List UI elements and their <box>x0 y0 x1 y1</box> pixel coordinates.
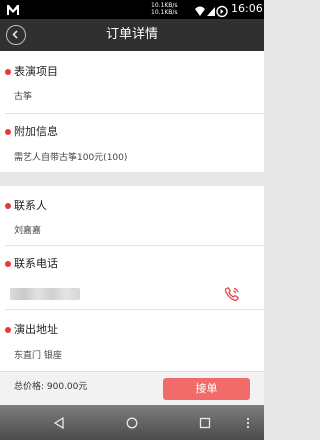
extra-info-value: 需艺人自带古筝100元(100) <box>14 153 128 163</box>
signal-icon <box>207 7 215 16</box>
nav-recents-icon[interactable] <box>199 417 211 429</box>
wifi-icon <box>195 6 205 16</box>
program-label: 表演项目 <box>14 65 58 78</box>
download-speed: 10.1KB/s <box>151 9 178 16</box>
back-button[interactable] <box>6 25 26 45</box>
system-icons <box>194 3 230 18</box>
bullet-dot <box>5 129 11 135</box>
back-arrow-icon <box>12 30 18 39</box>
network-speed: 10.1KB/s 10.1KB/s <box>151 2 178 16</box>
phone-label: 联系电话 <box>14 257 58 270</box>
system-nav-bar <box>0 405 264 440</box>
bullet-dot <box>5 261 11 267</box>
bullet-dot <box>5 327 11 333</box>
phone-call-icon[interactable] <box>223 286 241 302</box>
contact-label: 联系人 <box>14 199 47 212</box>
contact-value: 刘嘉嘉 <box>14 226 42 236</box>
contact-info-block: 联系人 刘嘉嘉 联系电话 演出地址 东直门 银座 <box>0 186 264 371</box>
total-price: 总价格: 900.00元 <box>14 382 88 392</box>
data-sync-icon <box>216 5 228 18</box>
nav-back-icon[interactable] <box>53 417 65 429</box>
status-bar: 10.1KB/s 10.1KB/s 16:06 <box>0 0 264 19</box>
page-title: 订单详情 <box>105 27 158 42</box>
address-label: 演出地址 <box>14 323 58 336</box>
clock: 16:06 <box>231 2 263 15</box>
notification-m-icon <box>6 2 20 16</box>
divider <box>5 245 264 246</box>
nav-menu-icon[interactable] <box>246 417 250 429</box>
extra-info-label: 附加信息 <box>14 125 58 138</box>
app-header: 订单详情 <box>0 19 264 51</box>
bullet-dot <box>5 203 11 209</box>
upload-speed: 10.1KB/s <box>151 2 178 9</box>
accept-order-button[interactable]: 接单 <box>163 378 250 400</box>
divider <box>5 309 264 310</box>
program-value: 古筝 <box>14 92 33 102</box>
phone-number-blurred <box>10 288 80 300</box>
order-info-block: 表演项目 古筝 附加信息 需艺人自带古筝100元(100) <box>0 51 264 172</box>
address-value: 东直门 银座 <box>14 351 62 361</box>
divider <box>5 113 264 114</box>
nav-home-icon[interactable] <box>126 417 138 429</box>
order-footer: 总价格: 900.00元 接单 <box>0 371 264 405</box>
bullet-dot <box>5 69 11 75</box>
